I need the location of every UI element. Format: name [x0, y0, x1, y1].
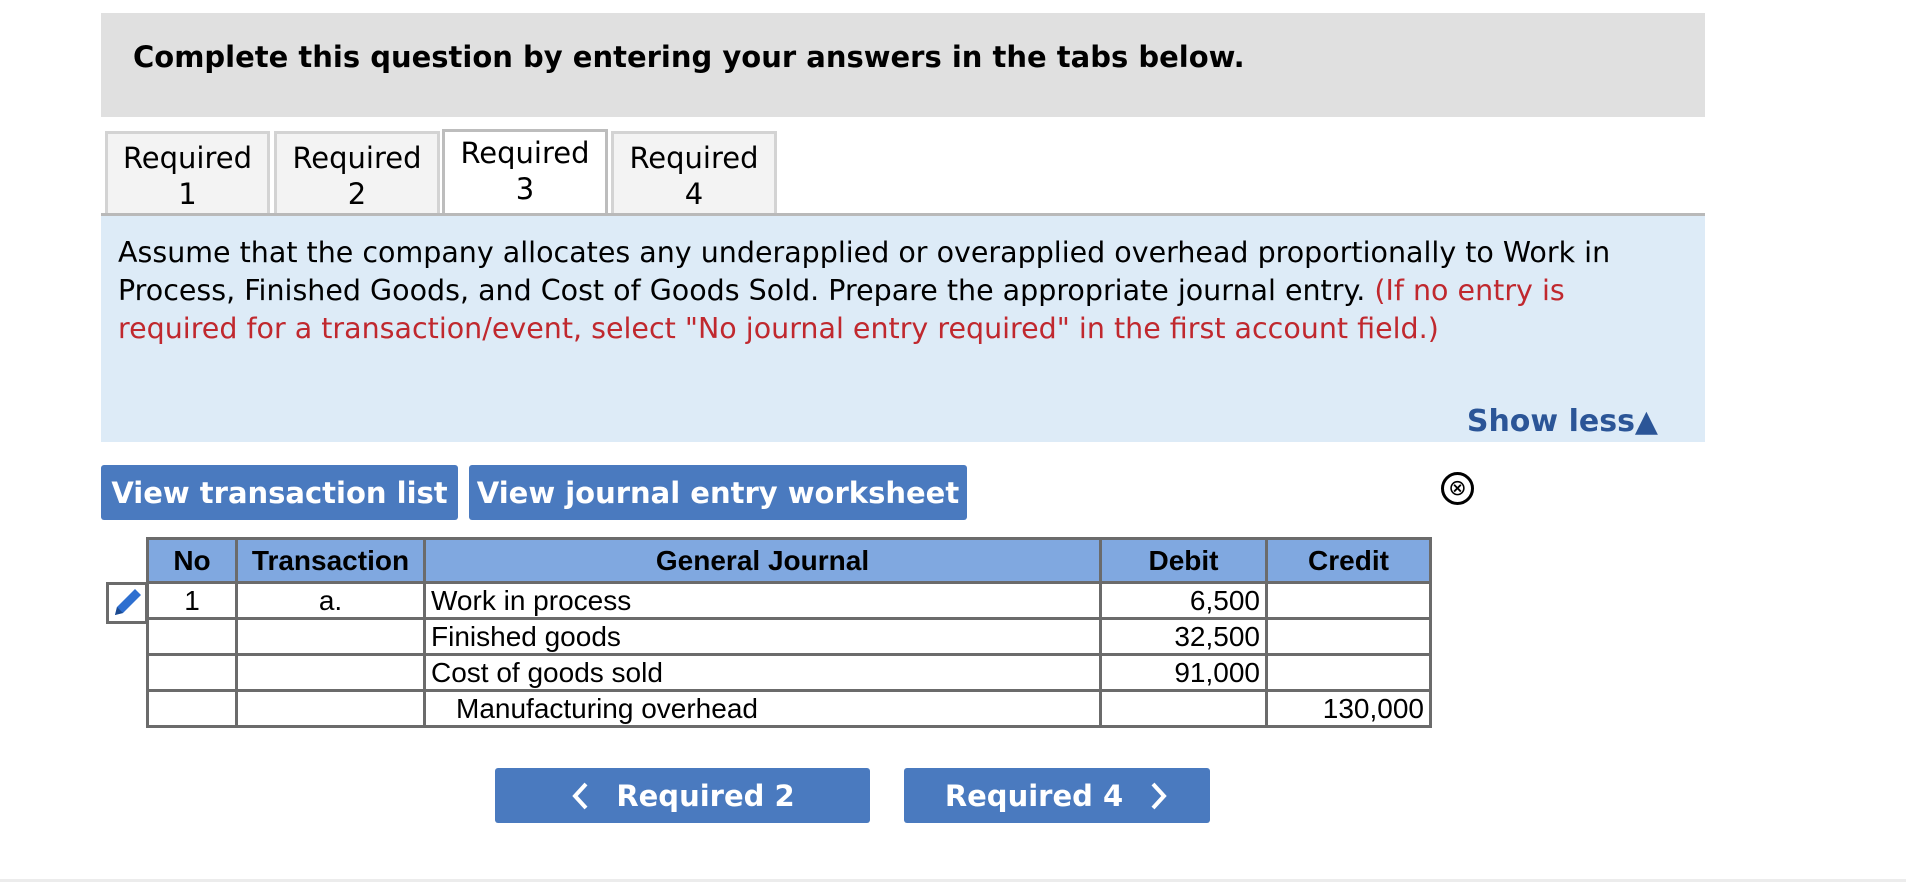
question-header-title: Complete this question by entering your … — [133, 40, 1245, 74]
tab-required-4[interactable]: Required 4 — [611, 131, 777, 215]
journal-header-row: No Transaction General Journal Debit Cre… — [146, 537, 1432, 584]
next-required-4-button[interactable]: Required 4 — [904, 768, 1210, 823]
close-circle-icon[interactable]: ⊗ — [1441, 472, 1474, 505]
cell-debit — [1099, 689, 1268, 728]
tab-required-3[interactable]: Required 3 — [442, 129, 608, 217]
instructions-panel: Assume that the company allocates any un… — [101, 216, 1705, 442]
cell-credit — [1265, 653, 1432, 692]
table-row: Cost of goods sold 91,000 — [146, 653, 1432, 692]
edit-entry-button[interactable] — [106, 582, 148, 624]
table-row: Finished goods 32,500 — [146, 617, 1432, 656]
cell-transaction — [235, 617, 426, 656]
tab-label-line1: Required — [122, 141, 253, 175]
tab-required-1[interactable]: Required 1 — [105, 131, 270, 215]
next-button-label: Required 4 — [944, 778, 1124, 813]
cell-credit — [1265, 581, 1432, 620]
page-divider — [0, 879, 1906, 882]
journal-table: No Transaction General Journal Debit Cre… — [146, 537, 1432, 728]
cell-credit — [1265, 617, 1432, 656]
col-header-credit: Credit — [1265, 537, 1432, 584]
question-header: Complete this question by entering your … — [101, 13, 1705, 117]
pencil-icon — [115, 589, 141, 615]
tab-label-line1: Required — [629, 141, 759, 175]
cell-debit: 6,500 — [1099, 581, 1268, 620]
cell-account: Finished goods — [423, 617, 1102, 656]
cell-transaction — [235, 689, 426, 728]
prev-required-2-button[interactable]: Required 2 — [495, 768, 870, 823]
cell-debit: 32,500 — [1099, 617, 1268, 656]
cell-debit: 91,000 — [1099, 653, 1268, 692]
tab-label-line2: 3 — [515, 172, 535, 206]
prev-button-label: Required 2 — [616, 778, 795, 813]
tab-label-line1: Required — [292, 141, 422, 175]
col-header-no: No — [146, 537, 238, 584]
tab-label-line1: Required — [460, 136, 590, 170]
table-row: Manufacturing overhead 130,000 — [146, 689, 1432, 728]
tab-label-line2: 2 — [347, 177, 367, 211]
tab-label-line2: 4 — [684, 177, 704, 211]
tab-label-line2: 1 — [178, 177, 197, 211]
cell-account: Cost of goods sold — [423, 653, 1102, 692]
chevron-left-icon — [572, 782, 588, 809]
table-row: 1 a. Work in process 6,500 — [146, 581, 1432, 620]
cell-transaction: a. — [235, 581, 426, 620]
cell-no: 1 — [146, 581, 238, 620]
col-header-general-journal: General Journal — [423, 537, 1102, 584]
col-header-transaction: Transaction — [235, 537, 426, 584]
chevron-right-icon — [1151, 782, 1167, 809]
show-less-toggle[interactable]: Show less▲ — [1467, 402, 1658, 442]
tab-required-2[interactable]: Required 2 — [274, 131, 440, 215]
cell-account: Manufacturing overhead — [423, 689, 1102, 728]
cell-transaction — [235, 653, 426, 692]
cell-no — [146, 689, 238, 728]
cell-account: Work in process — [423, 581, 1102, 620]
col-header-debit: Debit — [1099, 537, 1268, 584]
cell-credit: 130,000 — [1265, 689, 1432, 728]
cell-no — [146, 617, 238, 656]
cell-no — [146, 653, 238, 692]
view-transaction-list-button[interactable]: View transaction list — [101, 465, 458, 520]
view-journal-entry-worksheet-button[interactable]: View journal entry worksheet — [469, 465, 967, 520]
